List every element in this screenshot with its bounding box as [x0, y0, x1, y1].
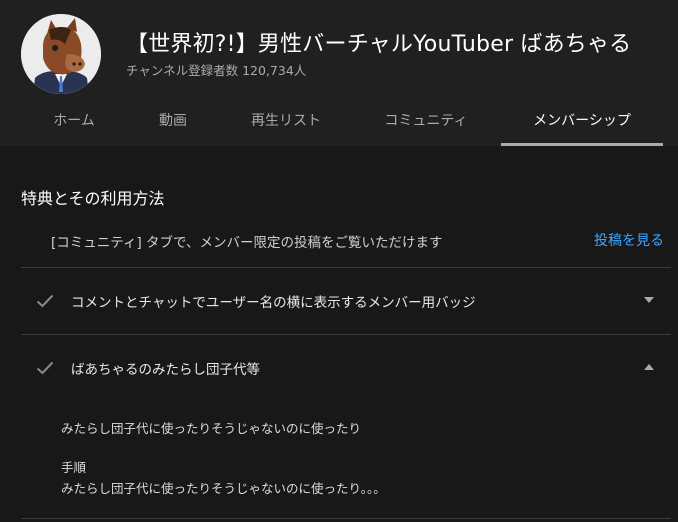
collapse-arrow-icon[interactable]: [644, 364, 654, 370]
horse-mask-avatar-image: [21, 14, 101, 94]
expand-arrow-icon[interactable]: [644, 297, 654, 303]
channel-header: 【世界初?!】男性バーチャルYouTuber ばあちゃる チャンネル登録者数 1…: [0, 0, 678, 146]
perk-detail-text: みたらし団子代に使ったりそうじゃないのに使ったり: [61, 421, 362, 436]
perk-steps-text: みたらし団子代に使ったりそうじゃないのに使ったり。。。: [61, 481, 386, 496]
tab-community[interactable]: コミュニティ: [360, 100, 492, 146]
check-icon: [36, 294, 54, 308]
channel-title: 【世界初?!】男性バーチャルYouTuber ばあちゃる: [126, 32, 632, 57]
view-posts-link[interactable]: 投稿を見る: [594, 230, 664, 250]
perk-item-label: ばあちゃるのみたらし団子代等: [71, 362, 260, 378]
divider: [21, 267, 671, 268]
divider: [21, 518, 671, 519]
channel-avatar[interactable]: [21, 14, 101, 94]
subscriber-count: チャンネル登録者数 120,734人: [126, 63, 307, 78]
perks-heading: 特典とその利用方法: [21, 189, 165, 208]
tab-membership[interactable]: メンバーシップ: [501, 100, 663, 146]
tab-playlists[interactable]: 再生リスト: [228, 100, 344, 146]
tab-videos[interactable]: 動画: [134, 100, 212, 146]
perk-item-label: コメントとチャットでユーザー名の横に表示するメンバー用バッジ: [71, 295, 476, 311]
check-icon: [36, 361, 54, 375]
divider: [21, 334, 671, 335]
community-perk-text: [コミュニティ] タブで、メンバー限定の投稿をご覧いただけます: [51, 235, 443, 251]
perk-steps-label: 手順: [61, 460, 87, 475]
tab-home[interactable]: ホーム: [30, 100, 118, 146]
channel-tabs: ホーム 動画 再生リスト コミュニティ メンバーシップ: [0, 100, 678, 146]
